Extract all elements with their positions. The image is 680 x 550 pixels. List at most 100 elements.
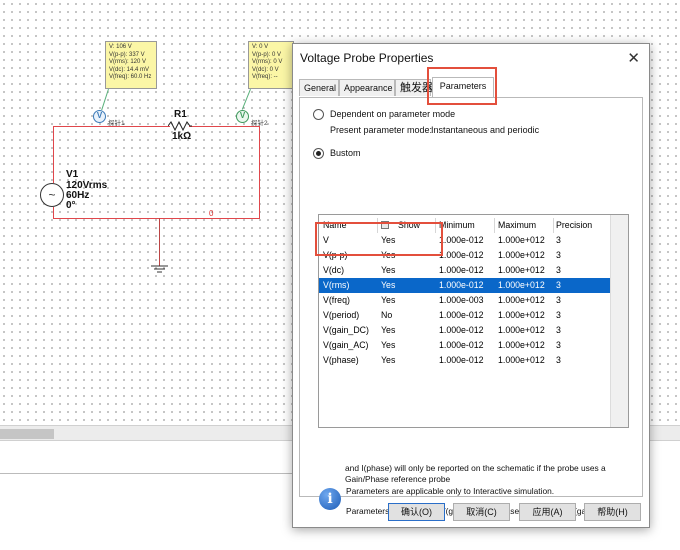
table-row-selected[interactable]: V(rms) Yes 1.000e-012 1.000e+012 3 (319, 278, 610, 293)
probe2-reading: V(freq): -- (252, 74, 278, 81)
cell-precision[interactable]: 3 (556, 293, 561, 308)
cell-precision[interactable]: 3 (556, 263, 561, 278)
col-maximum-header[interactable]: Maximum (498, 218, 536, 233)
voltage-probe-properties-dialog[interactable]: Voltage Probe Properties ✕ General Appea… (292, 43, 650, 528)
ok-button[interactable]: 确认(O) (388, 503, 445, 521)
cell-minimum[interactable]: 1.000e-012 (439, 233, 484, 248)
ac-source-icon[interactable]: ~ (40, 183, 64, 207)
cell-precision[interactable]: 3 (556, 278, 561, 293)
probe2-reading: V(rms): 0 V (252, 59, 283, 66)
table-row[interactable]: V(gain_AC) Yes 1.000e-012 1.000e+012 3 (319, 338, 610, 353)
cell-name: V(period) (323, 310, 360, 320)
cell-maximum[interactable]: 1.000e+012 (498, 233, 545, 248)
cell-precision[interactable]: 3 (556, 353, 561, 368)
note-gain-phase-line3: Gain/Phase reference probe (345, 474, 451, 484)
cell-show[interactable]: Yes (381, 353, 395, 368)
dialog-title: Voltage Probe Properties (300, 51, 434, 65)
cell-minimum[interactable]: 1.000e-012 (439, 323, 484, 338)
cell-maximum[interactable]: 1.000e+012 (498, 293, 545, 308)
cell-maximum[interactable]: 1.000e+012 (498, 353, 545, 368)
wire-left-upper[interactable] (53, 126, 54, 183)
cell-name: V(phase) (323, 355, 359, 365)
cell-name: V(rms) (323, 280, 350, 290)
probe1-reading: V(dc): 14.4 mV (109, 66, 150, 73)
cell-show[interactable]: No (381, 308, 392, 323)
wire-bottom[interactable] (53, 218, 260, 219)
wire-left-lower[interactable] (53, 207, 54, 218)
probe2-icon[interactable]: V (236, 110, 249, 123)
table-row[interactable]: V(gain_DC) Yes 1.000e-012 1.000e+012 3 (319, 323, 610, 338)
probe2-reading: V(p-p): 0 V (252, 51, 282, 58)
cell-maximum[interactable]: 1.000e+012 (498, 308, 545, 323)
cell-minimum[interactable]: 1.000e-012 (439, 308, 484, 323)
note-interactive-only: Parameters are applicable only to Intera… (346, 486, 555, 496)
cell-minimum[interactable]: 1.000e-012 (439, 338, 484, 353)
parameters-panel: Dependent on parameter mode Present para… (299, 97, 643, 516)
col-precision-header[interactable]: Precision (556, 218, 592, 233)
cell-maximum[interactable]: 1.000e+012 (498, 338, 545, 353)
cell-name: V(dc) (323, 265, 345, 275)
cell-minimum[interactable]: 1.000e-012 (439, 353, 484, 368)
radio-dependent[interactable] (313, 109, 324, 120)
tab-general[interactable]: General (299, 79, 339, 96)
ground-icon[interactable] (151, 265, 168, 275)
option-dependent-label: Dependent on parameter mode (330, 109, 456, 119)
scrollbar-thumb[interactable] (0, 429, 54, 439)
probe2-readout[interactable]: V: 0 V V(p-p): 0 V V(rms): 0 V V(dc): 0 … (248, 41, 294, 89)
cell-show[interactable]: Yes (381, 323, 395, 338)
help-button[interactable]: 帮助(H) (584, 503, 641, 521)
table-row[interactable]: V(freq) Yes 1.000e-003 1.000e+012 3 (319, 293, 610, 308)
cell-show[interactable]: Yes (381, 263, 395, 278)
cancel-button[interactable]: 取消(C) (453, 503, 510, 521)
radio-custom[interactable] (313, 148, 324, 159)
tab-appearance[interactable]: Appearance (339, 79, 395, 96)
cell-minimum[interactable]: 1.000e-012 (439, 263, 484, 278)
info-icon: i (319, 488, 341, 510)
cell-precision[interactable]: 3 (556, 248, 561, 263)
cell-maximum[interactable]: 1.000e+012 (498, 278, 545, 293)
resistor-value: 1kΩ (172, 131, 192, 142)
cell-minimum[interactable]: 1.000e-012 (439, 278, 484, 293)
apply-button[interactable]: 应用(A) (519, 503, 576, 521)
cell-show[interactable]: Yes (381, 278, 395, 293)
probe1-reading: V: 106 V (109, 44, 132, 50)
tab-trigger[interactable]: 触发器 (395, 79, 433, 96)
column-divider[interactable] (494, 218, 495, 233)
divider (0, 473, 300, 474)
close-icon[interactable]: ✕ (627, 49, 640, 67)
probe1-icon[interactable]: V (93, 110, 106, 123)
cell-show[interactable]: Yes (381, 293, 395, 308)
table-row[interactable]: V(dc) Yes 1.000e-012 1.000e+012 3 (319, 263, 610, 278)
probe1-reading: V(freq): 60.0 Hz (109, 74, 152, 81)
cell-name: V(gain_DC) (323, 325, 369, 335)
probe1-readout[interactable]: V: 106 V V(p-p): 337 V V(rms): 120 V V(d… (105, 41, 157, 89)
note-gain-phase-line2: and I(phase) will only be reported on th… (345, 463, 606, 473)
cell-precision[interactable]: 3 (556, 338, 561, 353)
cell-minimum[interactable]: 1.000e-012 (439, 248, 484, 263)
wire-top-left[interactable] (53, 126, 170, 127)
col-minimum-header[interactable]: Minimum (439, 218, 475, 233)
wire-ground[interactable] (159, 218, 160, 266)
probe2-reading: V: 0 V (252, 44, 269, 50)
column-divider[interactable] (553, 218, 554, 233)
cell-name: V(freq) (323, 295, 350, 305)
cell-maximum[interactable]: 1.000e+012 (498, 323, 545, 338)
cell-maximum[interactable]: 1.000e+012 (498, 263, 545, 278)
cell-precision[interactable]: 3 (556, 323, 561, 338)
highlight-vrms-row (315, 222, 443, 256)
option-custom-label: Bustom (330, 148, 361, 158)
table-row[interactable]: V(phase) Yes 1.000e-012 1.000e+012 3 (319, 353, 610, 368)
table-vertical-scrollbar[interactable] (610, 215, 628, 427)
cell-precision[interactable]: 3 (556, 233, 561, 248)
cell-minimum[interactable]: 1.000e-003 (439, 293, 484, 308)
wire-top-right[interactable] (189, 126, 259, 127)
cell-precision[interactable]: 3 (556, 308, 561, 323)
node-label: 0 (209, 209, 214, 218)
table-row[interactable]: V(period) No 1.000e-012 1.000e+012 3 (319, 308, 610, 323)
cell-show[interactable]: Yes (381, 338, 395, 353)
cell-maximum[interactable]: 1.000e+012 (498, 248, 545, 263)
probe2-leader (241, 89, 251, 110)
present-mode-label: Present parameter mode: (330, 125, 433, 135)
wire-right[interactable] (259, 126, 260, 218)
resistor-symbol[interactable] (168, 121, 192, 131)
